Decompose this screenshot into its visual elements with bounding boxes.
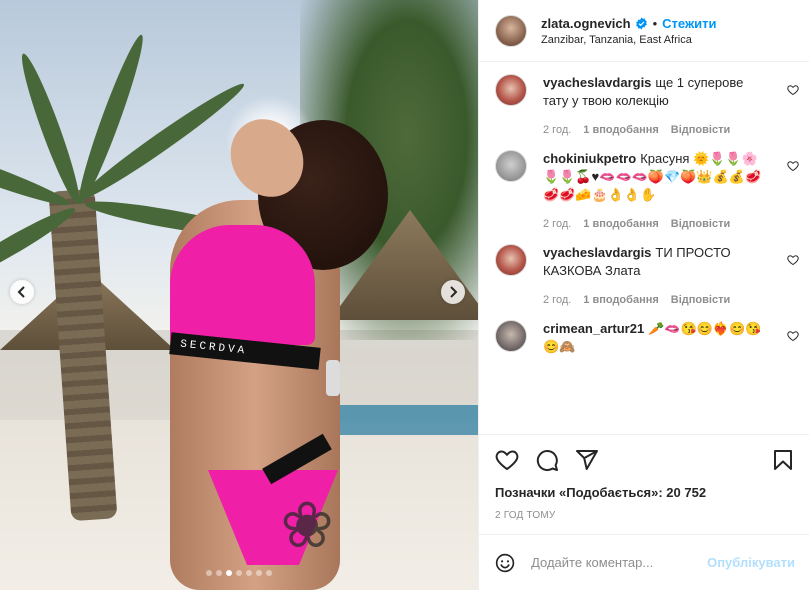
share-send-icon[interactable] (575, 448, 599, 472)
comment-text-block: chokiniukpetro Красуня 🌞🌷🌷🌸🌷🌷🍒♥🫦🫦🫦🍑💎🍑👑💰💰🥩… (543, 150, 771, 204)
comment-text-block: vyacheslavdargis ще 1 суперове тату у тво… (543, 74, 771, 110)
author-info: zlata.ognevich • Стежити Zanzibar, Tanza… (541, 16, 717, 46)
post-photo[interactable]: SECRDVA ❀ (0, 0, 478, 590)
commenter-username[interactable]: crimean_artur21 (543, 321, 644, 336)
comment-item: crimean_artur21 🥕🫦😘😊❤️‍🔥😊😘😊🙈 (495, 320, 799, 356)
action-icon-row (495, 447, 795, 473)
publish-comment-button[interactable]: Опублікувати (707, 555, 795, 570)
post-time: 2 ГОД ТОМУ (495, 510, 556, 521)
comment-input[interactable] (531, 555, 708, 570)
like-comment-heart-icon[interactable] (787, 84, 799, 96)
follow-button[interactable]: Стежити (662, 16, 716, 31)
commenter-avatar[interactable] (495, 320, 527, 352)
comments-list[interactable]: vyacheslavdargis ще 1 суперове тату у тво… (479, 62, 809, 434)
bracelet (326, 360, 340, 396)
post-header: zlata.ognevich • Стежити Zanzibar, Tanza… (479, 0, 809, 62)
comment-time: 2 год. (543, 218, 572, 230)
comment-item: vyacheslavdargis ТИ ПРОСТО КАЗКОВА Злата … (495, 244, 799, 306)
comment-reply-button[interactable]: Відповісти (671, 124, 730, 136)
comment-item: chokiniukpetro Красуня 🌞🌷🌷🌸🌷🌷🍒♥🫦🫦🫦🍑💎🍑👑💰💰🥩… (495, 150, 799, 230)
carousel-dot (266, 570, 272, 576)
carousel-dot (256, 570, 262, 576)
comment-item: vyacheslavdargis ще 1 суперове тату у тво… (495, 74, 799, 136)
carousel-dot (216, 570, 222, 576)
author-avatar[interactable] (495, 14, 527, 47)
comment-likes[interactable]: 1 вподобання (583, 124, 658, 136)
save-bookmark-icon[interactable] (771, 448, 795, 472)
commenter-username[interactable]: chokiniukpetro (543, 151, 636, 166)
comment-text-block: vyacheslavdargis ТИ ПРОСТО КАЗКОВА Злата (543, 244, 771, 280)
verified-badge-icon (635, 17, 648, 30)
comment-meta: 2 год. 1 вподобання Відповісти (543, 218, 771, 230)
comment-time: 2 год. (543, 294, 572, 306)
like-comment-heart-icon[interactable] (787, 160, 799, 172)
comment-time: 2 год. (543, 124, 572, 136)
chevron-left-icon (17, 286, 25, 298)
comment-reply-button[interactable]: Відповісти (671, 218, 730, 230)
commenter-username[interactable]: vyacheslavdargis (543, 245, 651, 260)
bikini-top (170, 225, 315, 345)
chevron-right-icon (450, 286, 458, 298)
next-photo-button[interactable] (441, 280, 465, 304)
comment-bubble-icon[interactable] (535, 448, 559, 472)
author-username[interactable]: zlata.ognevich (541, 16, 631, 31)
post-actions: Позначки «Подобається»: 20 752 2 ГОД ТОМ… (479, 434, 809, 521)
likes-count[interactable]: Позначки «Подобається»: 20 752 (495, 485, 795, 500)
carousel-dots (0, 570, 478, 576)
comment-likes[interactable]: 1 вподобання (583, 218, 658, 230)
carousel-dot (226, 570, 232, 576)
separator-dot: • (652, 15, 658, 31)
like-heart-icon[interactable] (495, 448, 519, 472)
commenter-avatar[interactable] (495, 244, 527, 276)
add-comment-bar: Опублікувати (479, 534, 809, 590)
emoji-smiley-icon[interactable] (495, 551, 515, 575)
carousel-dot (236, 570, 242, 576)
flower-tattoo: ❀ (280, 489, 334, 561)
comment-meta: 2 год. 1 вподобання Відповісти (543, 124, 771, 136)
post-sidebar: zlata.ognevich • Стежити Zanzibar, Tanza… (478, 0, 809, 590)
like-comment-heart-icon[interactable] (787, 330, 799, 342)
carousel-dot (206, 570, 212, 576)
comment-text-block: crimean_artur21 🥕🫦😘😊❤️‍🔥😊😘😊🙈 (543, 320, 771, 356)
photo-pool (320, 405, 478, 435)
commenter-username[interactable]: vyacheslavdargis (543, 75, 651, 90)
comment-reply-button[interactable]: Відповісти (671, 294, 730, 306)
comment-likes[interactable]: 1 вподобання (583, 294, 658, 306)
commenter-avatar[interactable] (495, 150, 527, 182)
previous-photo-button[interactable] (10, 280, 34, 304)
post-location[interactable]: Zanzibar, Tanzania, East Africa (541, 34, 717, 46)
comment-meta: 2 год. 1 вподобання Відповісти (543, 294, 771, 306)
instagram-post: SECRDVA ❀ zlata.ognevich • Стежити Zanzi… (0, 0, 809, 590)
commenter-avatar[interactable] (495, 74, 527, 106)
like-comment-heart-icon[interactable] (787, 254, 799, 266)
carousel-dot (246, 570, 252, 576)
